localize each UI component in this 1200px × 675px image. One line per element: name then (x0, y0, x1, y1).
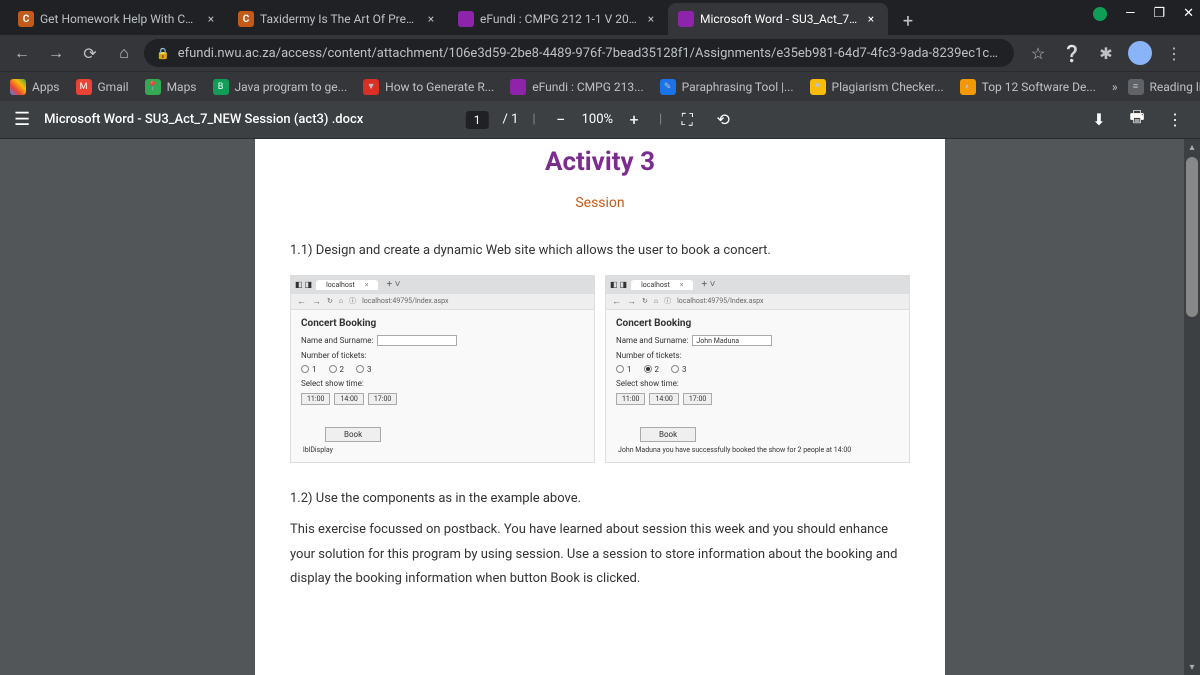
fit-page-icon[interactable]: ⛶ (676, 109, 698, 131)
menu-icon[interactable]: ⋮ (1162, 41, 1186, 65)
menu-icon[interactable]: ☰ (14, 109, 30, 130)
bookmark-paraphrase[interactable]: ✎Paraphrasing Tool |... (660, 79, 794, 95)
example-screenshots: ◧ ◨localhost+ ˅ ←→↻⌂ⓘlocalhost:49795/Ind… (290, 275, 910, 463)
bookmark-maps[interactable]: 📍Maps (145, 79, 197, 95)
bookmark-howto[interactable]: ▼How to Generate R... (363, 79, 494, 95)
tab-efundi[interactable]: eFundi : CMPG 212 1-1 V 2021 : A× (448, 3, 668, 35)
zoom-level: 100% (582, 112, 613, 127)
paragraph-instructions: This exercise focussed on postback. You … (290, 518, 910, 592)
reading-list-button[interactable]: ≡Reading list (1128, 79, 1200, 95)
bookmark-plagiarism[interactable]: ⚑Plagiarism Checker... (810, 79, 944, 95)
extensions-icon[interactable]: ✱ (1094, 41, 1118, 65)
mock-browser-filled: ◧ ◨localhost+ ˅ ←→↻⌂ⓘlocalhost:49795/Ind… (605, 275, 910, 463)
url-text: efundi.nwu.ac.za/access/content/attachme… (178, 46, 1002, 61)
close-icon[interactable]: × (424, 12, 438, 26)
browser-toolbar: ← → ⟳ ⌂ 🔒 efundi.nwu.ac.za/access/conten… (0, 35, 1200, 71)
mock-browser-empty: ◧ ◨localhost+ ˅ ←→↻⌂ⓘlocalhost:49795/Ind… (290, 275, 595, 463)
tab-strip: CGet Homework Help With Chegg× CTaxiderm… (0, 0, 1200, 35)
close-window-icon[interactable]: ✕ (1183, 6, 1194, 21)
pdf-content-area[interactable]: Activity 3 Session 1.1) Design and creat… (0, 139, 1200, 675)
zoom-out-button[interactable]: − (550, 109, 572, 131)
close-icon[interactable]: × (644, 12, 658, 26)
tab-chegg[interactable]: CGet Homework Help With Chegg× (8, 3, 228, 35)
document-title: Microsoft Word - SU3_Act_7_NEW Session (… (44, 112, 363, 127)
doc-heading: Activity 3 (290, 139, 910, 177)
home-button[interactable]: ⌂ (110, 39, 138, 67)
bookmark-java[interactable]: BJava program to ge... (213, 79, 348, 95)
scrollbar-thumb[interactable] (1186, 157, 1198, 317)
forward-button[interactable]: → (42, 39, 70, 67)
apps-button[interactable]: Apps (10, 79, 60, 95)
zoom-in-button[interactable]: + (623, 109, 645, 131)
scroll-down-icon[interactable]: ▾ (1184, 659, 1200, 675)
page-input[interactable]: 1 (466, 111, 489, 129)
vertical-scrollbar[interactable]: ▴ ▾ (1184, 139, 1200, 675)
page-total: / 1 (503, 112, 519, 127)
close-icon[interactable]: × (204, 12, 218, 26)
bookmark-efundi[interactable]: eFundi : CMPG 213... (510, 79, 643, 95)
reload-button[interactable]: ⟳ (76, 39, 104, 67)
document-page: Activity 3 Session 1.1) Design and creat… (255, 139, 945, 675)
question-1-1: 1.1) Design and create a dynamic Web sit… (290, 241, 910, 261)
bookmarks-overflow[interactable]: » (1112, 80, 1118, 94)
bookmark-top12[interactable]: ◐Top 12 Software De... (960, 79, 1096, 95)
star-icon[interactable]: ☆ (1026, 41, 1050, 65)
pdf-viewer-toolbar: ☰ Microsoft Word - SU3_Act_7_NEW Session… (0, 101, 1200, 139)
bookmarks-bar: Apps MGmail 📍Maps BJava program to ge...… (0, 71, 1200, 101)
minimize-icon[interactable]: — (1125, 6, 1135, 21)
doc-subheading: Session (290, 195, 910, 211)
extension-grammarly-icon[interactable]: ❔ (1060, 41, 1084, 65)
download-icon[interactable]: ⬇ (1088, 109, 1110, 131)
more-icon[interactable]: ⋮ (1164, 109, 1186, 131)
print-icon[interactable]: 🖶 (1126, 109, 1148, 131)
update-indicator-icon[interactable] (1093, 7, 1107, 21)
rotate-icon[interactable]: ⟲ (712, 109, 734, 131)
scroll-up-icon[interactable]: ▴ (1184, 139, 1200, 155)
bookmark-gmail[interactable]: MGmail (76, 79, 129, 95)
tab-taxidermy[interactable]: CTaxidermy Is The Art Of Preservin× (228, 3, 448, 35)
back-button[interactable]: ← (8, 39, 36, 67)
question-1-2: 1.2) Use the components as in the exampl… (290, 489, 910, 509)
tab-word-doc[interactable]: Microsoft Word - SU3_Act_7_NEV× (668, 3, 888, 35)
address-bar[interactable]: 🔒 efundi.nwu.ac.za/access/content/attach… (144, 39, 1014, 67)
maximize-icon[interactable]: ❐ (1153, 6, 1165, 21)
lock-icon: 🔒 (156, 47, 170, 60)
new-tab-button[interactable]: + (894, 7, 922, 35)
close-icon[interactable]: × (864, 12, 878, 26)
profile-avatar[interactable] (1128, 41, 1152, 65)
